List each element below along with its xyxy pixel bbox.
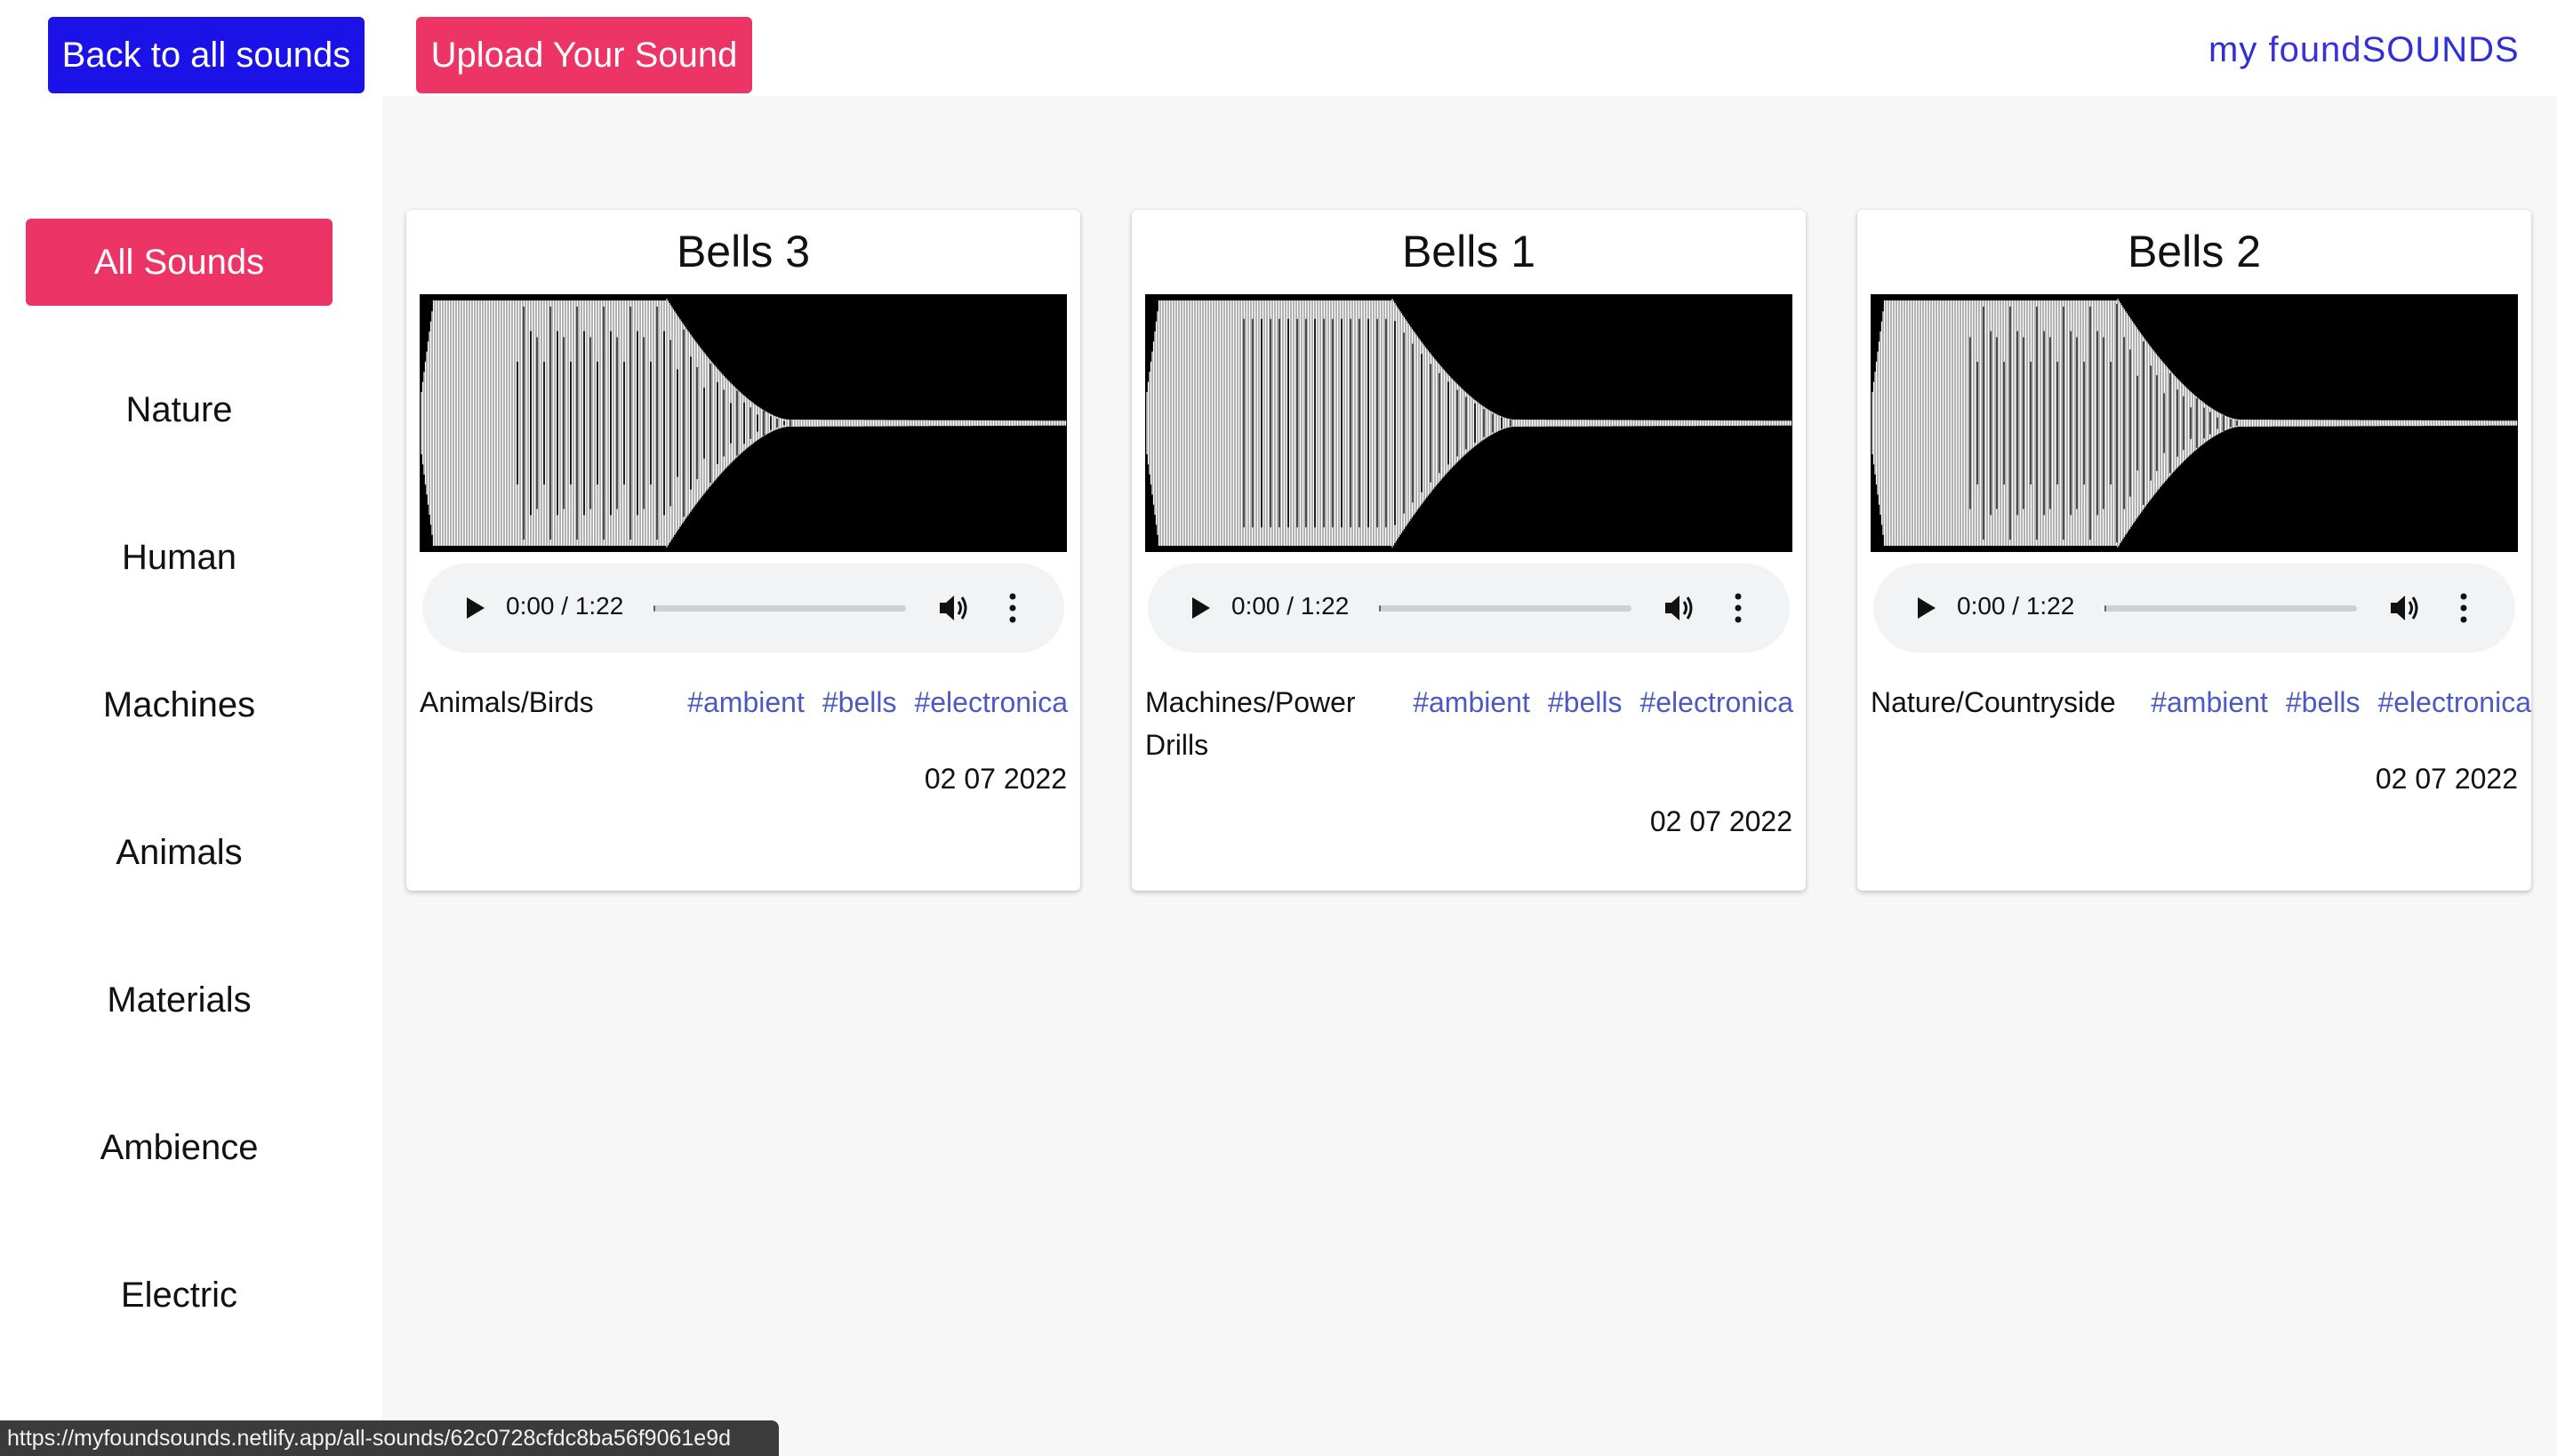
logo[interactable]: my foundSOUNDS <box>2114 12 2520 87</box>
seek-slider[interactable] <box>2104 605 2357 612</box>
upload-date: 02 07 2022 <box>2375 763 2518 795</box>
logo-text: my foundSOUNDS <box>2208 30 2520 70</box>
seek-progress <box>653 605 655 612</box>
sidebar-item-ambience[interactable]: Ambience <box>26 1104 333 1191</box>
sound-card[interactable]: Bells 1 0:00 / 1:22 Machines/Power Drill… <box>1132 210 1806 891</box>
logo-text-found: found <box>2268 29 2362 69</box>
seek-progress <box>2104 605 2106 612</box>
more-options-icon[interactable] <box>1731 592 1745 624</box>
sound-title: Bells 2 <box>2127 227 2262 276</box>
seek-slider[interactable] <box>653 605 906 612</box>
tag-list: #ambient #bells #electronica <box>687 681 1068 724</box>
tag-list: #ambient #bells #electronica <box>2151 681 2531 724</box>
sidebar-item-nature[interactable]: Nature <box>26 366 333 453</box>
sound-card[interactable]: Bells 2 0:00 / 1:22 Nature/Countryside #… <box>1857 210 2531 891</box>
sound-category: Animals/Birds <box>420 686 594 718</box>
audio-player[interactable]: 0:00 / 1:22 <box>422 564 1064 652</box>
category-sidebar: All Sounds Nature Human Machines Animals… <box>0 96 382 1456</box>
sidebar-item-human[interactable]: Human <box>26 514 333 601</box>
sound-title: Bells 3 <box>676 227 811 276</box>
playback-time: 0:00 / 1:22 <box>1231 592 1350 620</box>
more-options-icon[interactable] <box>1006 592 1020 624</box>
tag-link[interactable]: #ambient <box>1413 681 1530 724</box>
logo-text-my: my <box>2208 29 2258 69</box>
volume-icon[interactable] <box>938 593 970 623</box>
tag-list: #ambient #bells #electronica <box>1413 681 1793 724</box>
sidebar-item-machines[interactable]: Machines <box>26 661 333 748</box>
link-status-bar: https://myfoundsounds.netlify.app/all-so… <box>0 1420 779 1456</box>
sidebar-item-animals[interactable]: Animals <box>26 809 333 896</box>
volume-icon[interactable] <box>1663 593 1695 623</box>
tag-link[interactable]: #electronica <box>914 681 1068 724</box>
upload-date: 02 07 2022 <box>1649 805 1792 837</box>
sound-category: Nature/Countryside <box>1871 686 2116 718</box>
waveform-image <box>420 294 1067 552</box>
upload-date: 02 07 2022 <box>924 763 1067 795</box>
volume-icon[interactable] <box>2389 593 2421 623</box>
play-icon[interactable] <box>1187 595 1214 621</box>
logo-text-sounds: SOUNDS <box>2361 29 2520 69</box>
play-icon[interactable] <box>461 595 488 621</box>
upload-sound-button[interactable]: Upload Your Sound <box>416 17 752 93</box>
sidebar-item-electric[interactable]: Electric <box>26 1252 333 1339</box>
tag-link[interactable]: #bells <box>2286 681 2361 724</box>
sidebar-item-all-sounds[interactable]: All Sounds <box>26 219 333 306</box>
tag-link[interactable]: #bells <box>822 681 897 724</box>
play-icon[interactable] <box>1912 595 1939 621</box>
waveform-image <box>1145 294 1792 552</box>
more-options-icon[interactable] <box>2457 592 2471 624</box>
sidebar-item-materials[interactable]: Materials <box>26 956 333 1044</box>
back-to-all-sounds-button[interactable]: Back to all sounds <box>48 17 365 93</box>
tag-link[interactable]: #electronica <box>2377 681 2531 724</box>
tag-link[interactable]: #ambient <box>2151 681 2268 724</box>
tag-link[interactable]: #bells <box>1548 681 1623 724</box>
sound-category: Machines/Power Drills <box>1145 686 1356 761</box>
playback-time: 0:00 / 1:22 <box>506 592 624 620</box>
tag-link[interactable]: #electronica <box>1639 681 1793 724</box>
seek-progress <box>1379 605 1381 612</box>
top-bar: Back to all sounds Upload Your Sound my … <box>0 0 2557 96</box>
sound-grid: Bells 3 0:00 / 1:22 Animals/Birds #ambie… <box>382 96 2557 1456</box>
playback-time: 0:00 / 1:22 <box>1957 592 2075 620</box>
audio-player[interactable]: 0:00 / 1:22 <box>1148 564 1790 652</box>
waveform-logo-icon <box>2115 17 2192 83</box>
sound-card[interactable]: Bells 3 0:00 / 1:22 Animals/Birds #ambie… <box>406 210 1080 891</box>
audio-player[interactable]: 0:00 / 1:22 <box>1873 564 2515 652</box>
sound-title: Bells 1 <box>1401 227 1536 276</box>
seek-slider[interactable] <box>1379 605 1631 612</box>
page: Back to all sounds Upload Your Sound my … <box>0 0 2557 1456</box>
waveform-image <box>1871 294 2518 552</box>
tag-link[interactable]: #ambient <box>687 681 805 724</box>
